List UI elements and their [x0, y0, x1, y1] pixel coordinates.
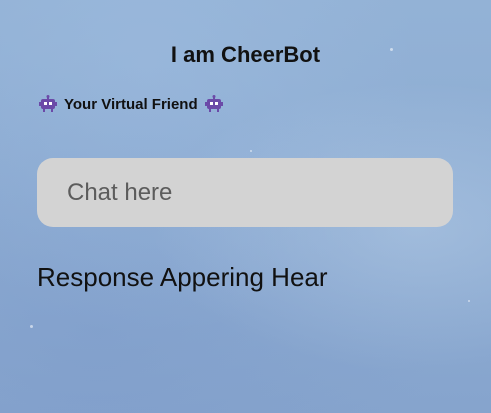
chat-input[interactable]	[37, 158, 453, 227]
robot-icon	[38, 95, 58, 113]
chat-input-container	[37, 158, 453, 227]
subtitle-text: Your Virtual Friend	[64, 95, 198, 113]
robot-icon	[204, 95, 224, 113]
response-text: Response Appering Hear	[37, 262, 328, 292]
subtitle-row: Your Virtual Friend	[38, 95, 224, 113]
page-title: I am CheerBot	[170, 42, 321, 67]
cheerbot-page: I am CheerBot Your Virtual Friend Chat h…	[0, 0, 491, 413]
